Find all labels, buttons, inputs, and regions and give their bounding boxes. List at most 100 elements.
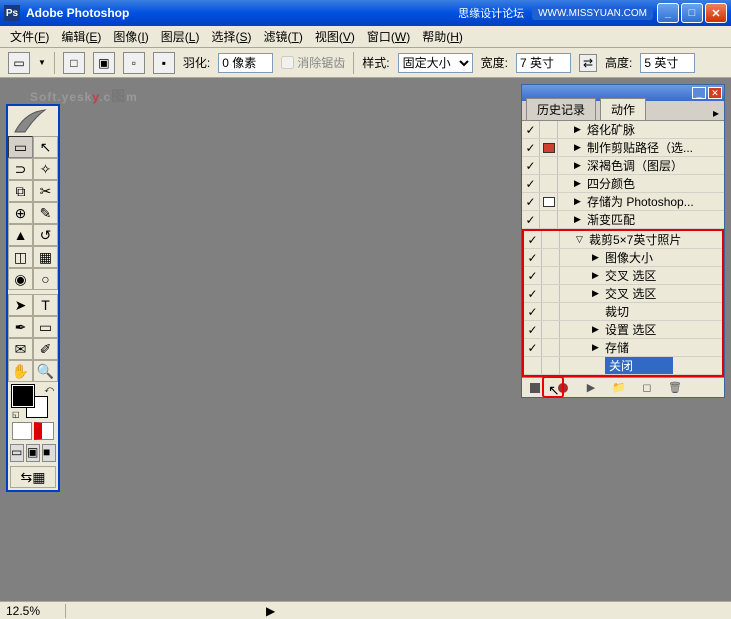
action-dialog-toggle[interactable] [542, 249, 560, 266]
lasso-tool[interactable]: ⊃ [8, 158, 33, 180]
action-dialog-toggle[interactable] [542, 303, 560, 320]
action-toggle-checkbox[interactable]: ✓ [524, 249, 542, 266]
action-row[interactable]: ✓▶图像大小 [524, 249, 722, 267]
panel-minimize-button[interactable]: _ [692, 87, 706, 99]
play-button[interactable]: ▶ [584, 381, 598, 395]
action-row[interactable]: ✓▶深褐色调（图层） [522, 157, 724, 175]
wand-tool[interactable]: ✧ [33, 158, 58, 180]
blur-tool[interactable]: ◉ [8, 268, 33, 290]
expand-arrow-icon[interactable]: ▶ [592, 324, 602, 335]
tool-preset-arrow[interactable]: ▼ [38, 58, 46, 67]
edit-quickmask-mode[interactable] [34, 422, 54, 440]
action-row[interactable]: ✓▶交叉 选区 [524, 267, 722, 285]
action-row[interactable]: ✓裁切 [524, 303, 722, 321]
hand-tool[interactable]: ✋ [8, 360, 33, 382]
action-toggle-checkbox[interactable] [524, 357, 542, 374]
action-dialog-toggle[interactable] [542, 285, 560, 302]
expand-arrow-icon[interactable]: ▶ [574, 214, 584, 225]
foreground-color[interactable] [12, 385, 34, 407]
menu-file[interactable]: 文件(F) [4, 26, 55, 47]
action-row[interactable]: ✓▶渐变匹配 [522, 211, 724, 229]
brush-tool[interactable]: ✎ [33, 202, 58, 224]
menu-edit[interactable]: 编辑(E) [55, 26, 107, 47]
heal-tool[interactable]: ⊕ [8, 202, 33, 224]
notes-tool[interactable]: ✉ [8, 338, 33, 360]
action-toggle-checkbox[interactable]: ✓ [522, 193, 540, 210]
selection-subtract-icon[interactable]: ▫ [123, 52, 145, 74]
action-dialog-toggle[interactable] [540, 175, 558, 192]
maximize-button[interactable]: □ [681, 3, 703, 23]
action-dialog-toggle[interactable] [542, 357, 560, 374]
expand-arrow-icon[interactable]: ▶ [574, 178, 584, 189]
menu-image[interactable]: 图像(I) [107, 26, 154, 47]
menu-layer[interactable]: 图层(L) [155, 26, 206, 47]
dodge-tool[interactable]: ○ [33, 268, 58, 290]
jump-to-imageready[interactable]: ⇆▦ [10, 466, 56, 488]
shape-tool[interactable]: ▭ [33, 316, 58, 338]
action-row[interactable]: ✓▶存储为 Photoshop... [522, 193, 724, 211]
swap-wh-button[interactable]: ⇄ [579, 54, 597, 72]
expand-arrow-icon[interactable]: ▶ [574, 142, 584, 153]
zoom-tool[interactable]: 🔍 [33, 360, 58, 382]
tool-preset-icon[interactable]: ▭ [8, 52, 30, 74]
expand-arrow-icon[interactable]: ▶ [592, 252, 602, 263]
pen-tool[interactable]: ✒ [8, 316, 33, 338]
action-row[interactable]: ✓▶制作剪贴路径（选... [522, 139, 724, 157]
close-button[interactable]: ✕ [705, 3, 727, 23]
reset-colors-icon[interactable]: ◱ [12, 410, 20, 419]
tab-actions[interactable]: 动作 [600, 98, 646, 120]
menu-window[interactable]: 窗口(W) [361, 26, 416, 47]
expand-arrow-icon[interactable]: ▽ [576, 234, 586, 245]
width-input[interactable] [516, 53, 571, 73]
type-tool[interactable]: T [33, 294, 58, 316]
action-toggle-checkbox[interactable]: ✓ [522, 139, 540, 156]
selection-intersect-icon[interactable]: ▪ [153, 52, 175, 74]
menu-help[interactable]: 帮助(H) [416, 26, 469, 47]
edit-standard-mode[interactable] [12, 422, 32, 440]
action-toggle-checkbox[interactable]: ✓ [522, 211, 540, 228]
panel-menu-button[interactable]: ▸ [708, 106, 724, 120]
screen-full[interactable]: ■ [42, 444, 56, 462]
action-row[interactable]: ✓▶交叉 选区 [524, 285, 722, 303]
tab-history[interactable]: 历史记录 [526, 98, 596, 120]
action-dialog-toggle[interactable] [542, 321, 560, 338]
action-row[interactable]: ✓▶四分颜色 [522, 175, 724, 193]
action-dialog-toggle[interactable] [540, 121, 558, 138]
action-row[interactable]: 关闭 [524, 357, 722, 375]
action-toggle-checkbox[interactable]: ✓ [524, 285, 542, 302]
action-toggle-checkbox[interactable]: ✓ [522, 157, 540, 174]
stamp-tool[interactable]: ▲ [8, 224, 33, 246]
crop-tool[interactable]: ⧉ [8, 180, 33, 202]
expand-arrow-icon[interactable]: ▶ [574, 160, 584, 171]
new-set-button[interactable]: 📁 [612, 381, 626, 395]
expand-arrow-icon[interactable]: ▶ [592, 270, 602, 281]
marquee-tool[interactable]: ▭ [8, 136, 33, 158]
zoom-level[interactable]: 12.5% [6, 604, 66, 618]
selection-add-icon[interactable]: ▣ [93, 52, 115, 74]
action-toggle-checkbox[interactable]: ✓ [524, 339, 542, 356]
expand-arrow-icon[interactable]: ▶ [574, 124, 584, 135]
action-dialog-toggle[interactable] [542, 231, 560, 248]
action-dialog-toggle[interactable] [540, 211, 558, 228]
action-dialog-toggle[interactable] [540, 139, 558, 156]
action-dialog-toggle[interactable] [542, 339, 560, 356]
action-row[interactable]: ✓▶熔化矿脉 [522, 121, 724, 139]
path-select-tool[interactable]: ➤ [8, 294, 33, 316]
menu-view[interactable]: 视图(V) [309, 26, 361, 47]
expand-arrow-icon[interactable]: ▶ [592, 288, 602, 299]
action-dialog-toggle[interactable] [540, 157, 558, 174]
slice-tool[interactable]: ✂ [33, 180, 58, 202]
stop-button[interactable] [528, 381, 542, 395]
action-toggle-checkbox[interactable]: ✓ [524, 267, 542, 284]
style-select[interactable]: 固定大小 [398, 53, 473, 73]
canvas-area[interactable]: Soft.yesky.c图m ▭↖ ⊃✧ ⧉✂ ⊕✎ ▲↺ ◫▦ ◉○ ➤T ✒… [0, 78, 731, 601]
gradient-tool[interactable]: ▦ [33, 246, 58, 268]
menu-filter[interactable]: 滤镜(T) [257, 26, 308, 47]
action-dialog-toggle[interactable] [540, 193, 558, 210]
selection-new-icon[interactable]: □ [63, 52, 85, 74]
screen-standard[interactable]: ▭ [10, 444, 24, 462]
action-row[interactable]: ✓▶存储 [524, 339, 722, 357]
status-arrow-icon[interactable]: ▶ [266, 604, 275, 618]
screen-fullmenu[interactable]: ▣ [26, 444, 40, 462]
action-dialog-toggle[interactable] [542, 267, 560, 284]
